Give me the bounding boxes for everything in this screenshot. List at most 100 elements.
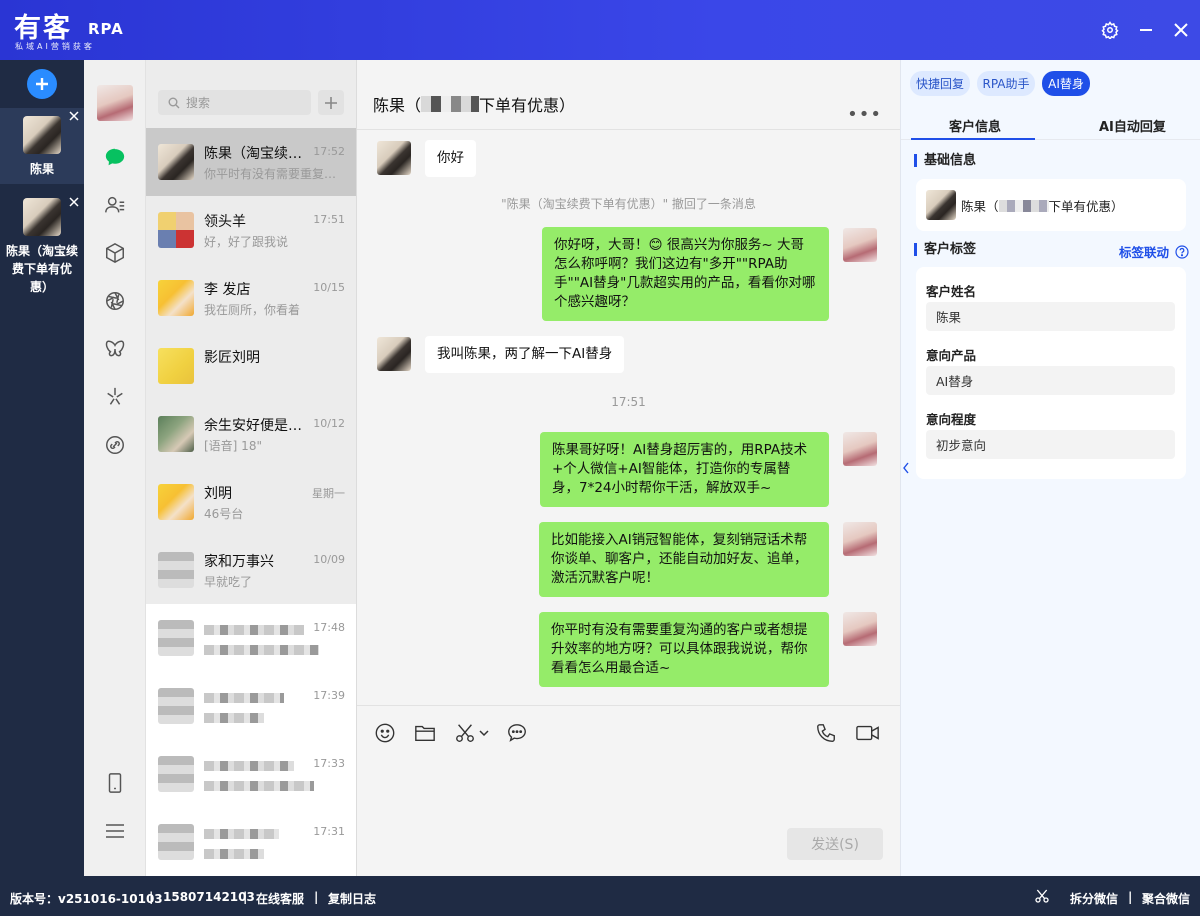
online-service-link[interactable]: 在线客服 — [256, 890, 304, 907]
conversation-avatar — [158, 484, 194, 520]
search-input[interactable]: 搜索 — [158, 90, 311, 115]
field-label: 意向产品 — [926, 348, 977, 363]
emoji-icon[interactable] — [373, 721, 397, 745]
subtab-customer-info[interactable]: 客户信息 — [949, 116, 1001, 135]
conversation-preview: 你平时有没有需要重复沟通的客户或者想提升效率的地方呀 — [204, 167, 344, 181]
redacted-mosaic — [998, 199, 1049, 212]
account-avatar — [23, 116, 61, 154]
account-tab-2[interactable]: 陈果（淘宝续费下单有优惠） — [0, 194, 84, 304]
copy-log-link[interactable]: 复制日志 — [328, 890, 376, 907]
conversation-time: 星期一 — [312, 487, 345, 500]
conversation-item[interactable]: 17:31 — [146, 808, 356, 876]
tab-ai-avatar[interactable]: AI替身 — [1042, 71, 1090, 96]
close-account-icon[interactable] — [68, 110, 80, 122]
conversation-name: 家和万事兴 — [204, 554, 274, 570]
panel-subtabs: 客户信息 AI自动回复 — [901, 108, 1200, 140]
chat-title: 陈果（ 下单有优惠） — [373, 92, 575, 116]
box-icon[interactable] — [103, 241, 127, 265]
customer-panel: 快捷回复 RPA助手 AI替身 客户信息 AI自动回复 基础信息 陈果（ 下单有… — [900, 60, 1200, 876]
add-contact-button[interactable] — [318, 90, 344, 115]
chat-bubble-dots-icon[interactable] — [505, 721, 529, 745]
chevron-down-icon[interactable] — [477, 721, 491, 745]
tag-link-button[interactable]: 标签联动 — [1119, 242, 1189, 261]
conversation-item[interactable]: 17:33 — [146, 740, 356, 808]
conversation-avatar — [158, 756, 194, 792]
conversation-item[interactable]: 余生安好便是晴天 10/12 [语音] 18" — [146, 400, 356, 468]
scissors-icon[interactable] — [1034, 888, 1050, 904]
customer-name-field[interactable]: 陈果 — [926, 302, 1175, 331]
section-basic-info: 基础信息 — [914, 154, 976, 167]
conversation-item[interactable]: 17:39 — [146, 672, 356, 740]
tab-rpa-assistant[interactable]: RPA助手 — [977, 71, 1035, 96]
search-icon — [168, 97, 180, 108]
aperture-icon[interactable] — [103, 289, 127, 313]
minimize-icon[interactable] — [1134, 18, 1158, 42]
voice-call-icon[interactable] — [814, 721, 838, 745]
chat-window: 陈果（ 下单有优惠） ••• 你好 "陈果（淘宝续费下单有优惠）" 撤回了一条消… — [357, 60, 900, 876]
conversation-time: 17:48 — [313, 621, 345, 634]
send-button[interactable]: 发送(S) — [787, 828, 883, 860]
message-incoming: 我叫陈果，两了解一下AI替身 — [425, 336, 625, 373]
more-options-icon[interactable]: ••• — [847, 104, 882, 125]
separator: | — [243, 890, 248, 904]
self-avatar — [843, 432, 877, 466]
butterfly-icon[interactable] — [103, 337, 127, 361]
message-composer[interactable]: 发送(S) — [357, 705, 900, 876]
conversation-item[interactable]: 家和万事兴 10/09 早就吃了 — [146, 536, 356, 604]
redacted-name — [204, 829, 279, 839]
close-window-icon[interactable] — [1169, 18, 1193, 42]
message-incoming: 你好 — [425, 140, 476, 177]
conversation-item[interactable]: 李 发店 10/15 我在厕所，你看着 — [146, 264, 356, 332]
tab-quick-reply[interactable]: 快捷回复 — [910, 71, 970, 96]
account-avatar — [23, 198, 61, 236]
separator: | — [314, 890, 319, 904]
field-label: 客户姓名 — [926, 284, 977, 299]
conversation-item[interactable]: 陈果（淘宝续费下单有优惠） 17:52 你平时有没有需要重复沟通的客户或者想提升… — [146, 128, 356, 196]
conversation-item[interactable]: 领头羊 17:51 好，好了跟我说 — [146, 196, 356, 264]
user-avatar[interactable] — [97, 85, 133, 121]
chat-bubble-icon[interactable] — [103, 145, 127, 169]
conversation-time: 10/15 — [313, 281, 345, 294]
conversation-list: 搜索 陈果（淘宝续费下单有优惠） 17:52 你平时有没有需要重复沟通的客户或者… — [146, 60, 357, 876]
video-call-icon[interactable] — [855, 721, 881, 745]
conversation-item[interactable]: 17:48 — [146, 604, 356, 672]
phone-device-icon[interactable] — [103, 771, 127, 795]
conversation-time: 10/09 — [313, 553, 345, 566]
separator: | — [1128, 890, 1133, 904]
link-circle-icon[interactable] — [103, 433, 127, 457]
intended-product-field[interactable]: AI替身 — [926, 366, 1175, 395]
conversation-item[interactable]: 刘明 星期一 46号台 — [146, 468, 356, 536]
add-account-button[interactable] — [27, 69, 57, 99]
contact-avatar — [377, 141, 411, 175]
conversation-name: 影匠刘明 — [204, 350, 260, 366]
customer-avatar — [926, 190, 956, 220]
field-label: 意向程度 — [926, 412, 977, 427]
account-tab-1[interactable]: 陈果 — [0, 108, 84, 184]
conversation-preview: [语音] 18" — [204, 439, 262, 453]
app-header: 有客 RPA 私域AI营销获客 — [0, 0, 1200, 60]
search-placeholder: 搜索 — [186, 96, 211, 110]
contacts-icon[interactable] — [103, 193, 127, 217]
split-wechat-button[interactable]: 拆分微信 — [1070, 890, 1118, 907]
help-question-icon[interactable] — [1175, 244, 1189, 259]
folder-icon[interactable] — [413, 721, 437, 745]
sparkle-icon[interactable] — [103, 385, 127, 409]
phone-number: 15807142103 — [163, 890, 255, 904]
collapse-panel-chevron-icon[interactable] — [902, 462, 912, 476]
close-account-icon[interactable] — [68, 196, 80, 208]
settings-gear-icon[interactable] — [1098, 18, 1122, 42]
conversation-item[interactable]: 影匠刘明 — [146, 332, 356, 400]
separator: | — [149, 890, 154, 904]
merge-wechat-button[interactable]: 聚合微信 — [1142, 890, 1190, 907]
intent-level-field[interactable]: 初步意向 — [926, 430, 1175, 459]
app-logo-rpa: RPA — [88, 20, 124, 38]
subtab-ai-auto-reply[interactable]: AI自动回复 — [1099, 116, 1166, 135]
menu-hamburger-icon[interactable] — [103, 819, 127, 843]
conversation-time: 17:51 — [313, 213, 345, 226]
conversation-avatar — [158, 212, 194, 248]
scissors-icon[interactable] — [453, 721, 477, 745]
basic-info-card: 陈果（ 下单有优惠） — [916, 179, 1186, 231]
message-outgoing: 比如能接入AI销冠智能体，复刻销冠话术帮你谈单、聊客户，还能自动加好友、追单，激… — [539, 522, 829, 597]
self-avatar — [843, 522, 877, 556]
redacted-name — [204, 761, 294, 771]
